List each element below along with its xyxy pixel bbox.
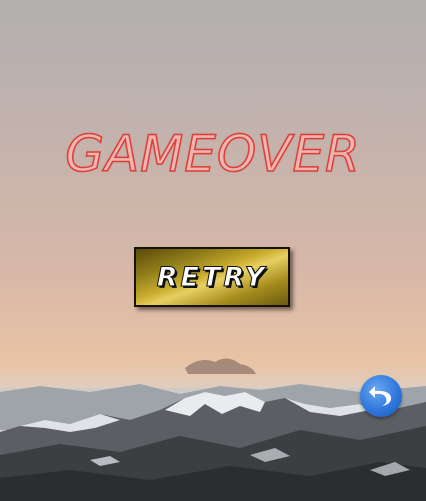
game-over-title: GAMEOVER (64, 124, 361, 184)
retry-button-label: RETRY (156, 261, 268, 293)
undo-arrow-icon (369, 386, 392, 406)
back-button[interactable] (360, 375, 402, 417)
retry-button[interactable]: RETRY (134, 247, 290, 307)
